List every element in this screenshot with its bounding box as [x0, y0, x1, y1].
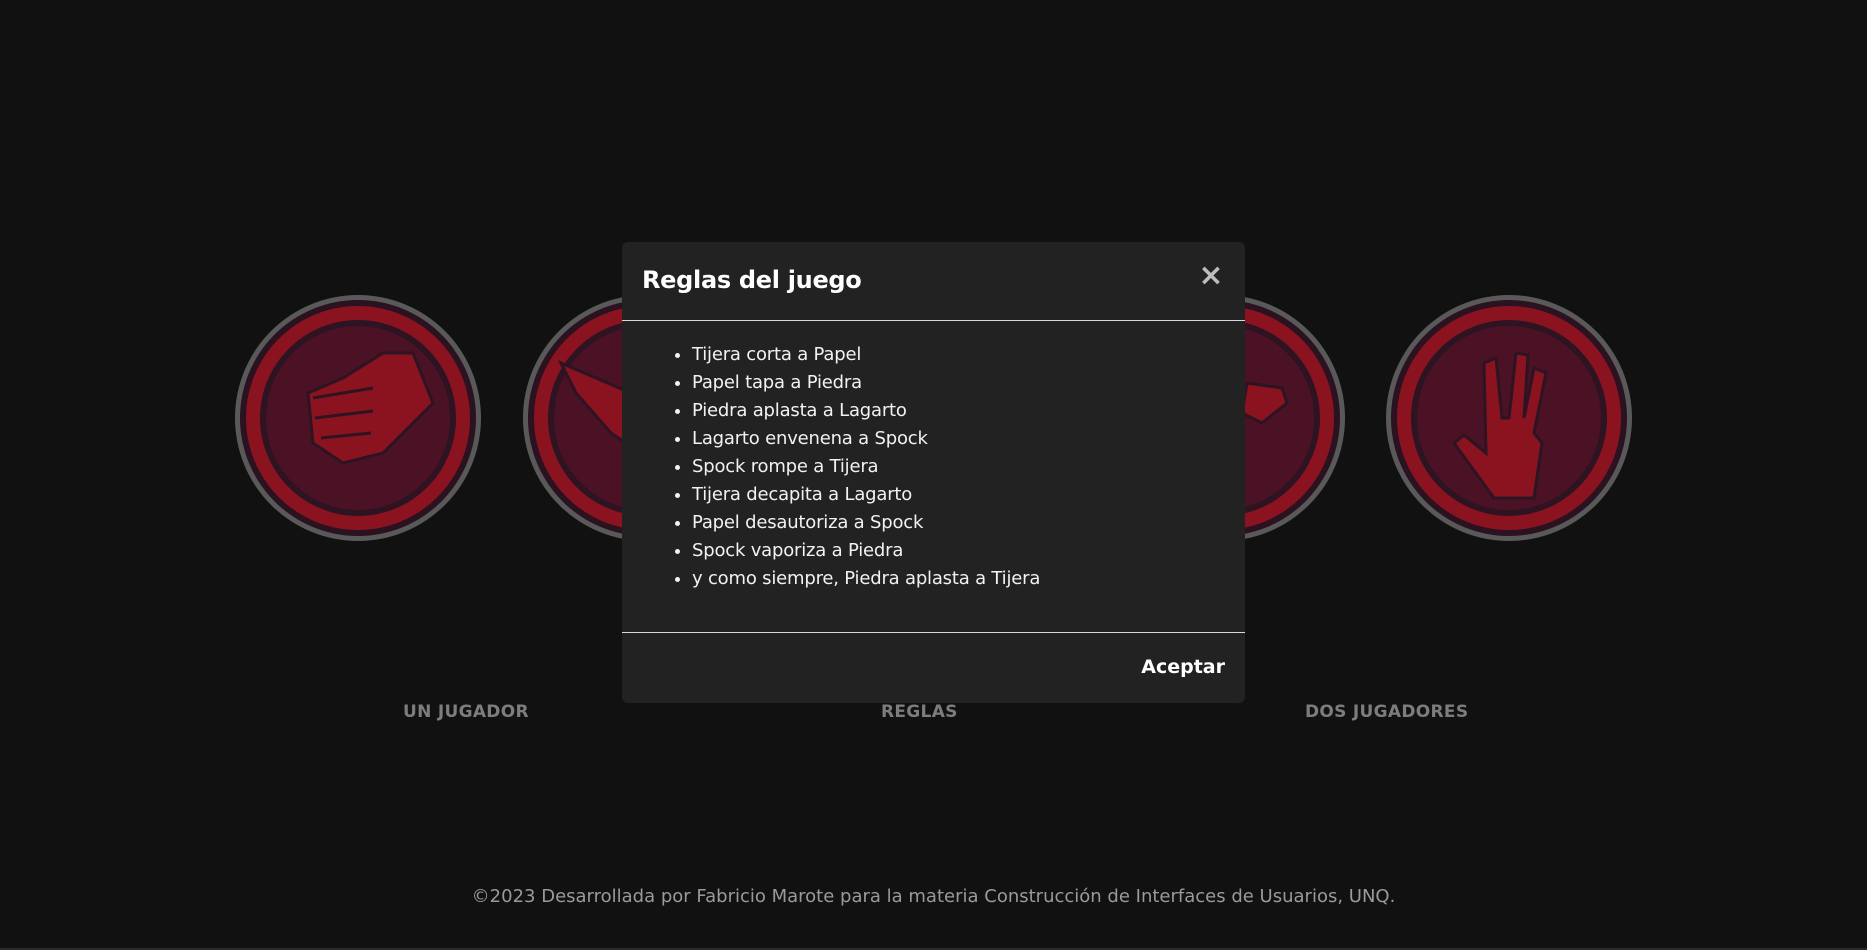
list-item: Piedra aplasta a Lagarto [692, 397, 1040, 425]
modal-body: Tijera corta a Papel Papel tapa a Piedra… [622, 321, 1245, 633]
accept-button[interactable]: Aceptar [1141, 656, 1225, 678]
list-item: Papel desautoriza a Spock [692, 509, 1040, 537]
modal-footer: Aceptar [622, 633, 1245, 703]
list-item: Lagarto envenena a Spock [692, 425, 1040, 453]
modal-title: Reglas del juego [642, 266, 862, 294]
modal-overlay: Reglas del juego × Tijera corta a Papel … [0, 0, 1867, 950]
rules-modal: Reglas del juego × Tijera corta a Papel … [622, 242, 1245, 703]
list-item: Tijera corta a Papel [692, 341, 1040, 369]
list-item: Spock vaporiza a Piedra [692, 537, 1040, 565]
modal-header: Reglas del juego × [622, 242, 1245, 321]
list-item: Tijera decapita a Lagarto [692, 481, 1040, 509]
list-item: Papel tapa a Piedra [692, 369, 1040, 397]
close-icon[interactable]: × [1197, 261, 1225, 291]
rules-list: Tijera corta a Papel Papel tapa a Piedra… [672, 341, 1040, 593]
list-item: Spock rompe a Tijera [692, 453, 1040, 481]
list-item: y como siempre, Piedra aplasta a Tijera [692, 565, 1040, 593]
